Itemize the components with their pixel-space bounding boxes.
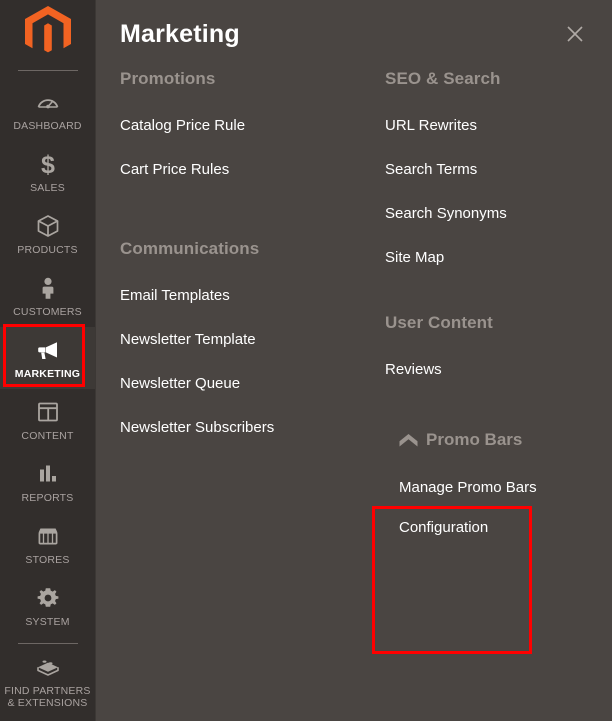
sidebar-item-find-partners-extensions[interactable]: FIND PARTNERS & EXTENSIONS	[0, 650, 95, 712]
sidebar-item-stores[interactable]: STORES	[0, 513, 95, 575]
svg-text:$: $	[41, 151, 55, 177]
list-item: Newsletter Template	[120, 318, 385, 362]
page-title: Marketing	[120, 19, 240, 48]
person-icon	[35, 275, 61, 301]
close-icon	[567, 26, 583, 42]
sidebar-item-label: FIND PARTNERS & EXTENSIONS	[4, 684, 91, 709]
menu-group-seo-search: SEO & Search URL Rewrites Search Terms S…	[385, 68, 612, 280]
sidebar-item-label: PRODUCTS	[17, 243, 78, 256]
gear-icon	[35, 585, 61, 611]
column-spacer	[385, 290, 612, 312]
sidebar-item-label: DASHBOARD	[13, 119, 82, 132]
sidebar-item-label: MARKETING	[14, 367, 81, 380]
menu-link-newsletter-queue[interactable]: Newsletter Queue	[120, 362, 385, 406]
sidebar-item-label: SYSTEM	[25, 615, 70, 628]
column-spacer	[120, 202, 385, 238]
menu-group-user-content: User Content Reviews	[385, 312, 612, 392]
chevron-up-icon	[399, 433, 418, 448]
sidebar-item-label: CUSTOMERS	[13, 305, 82, 318]
menu-link-cart-price-rules[interactable]: Cart Price Rules	[120, 148, 385, 192]
menu-columns: Promotions Catalog Price Rule Cart Price…	[96, 68, 612, 558]
sidebar-item-label: SALES	[30, 181, 65, 194]
menu-group-title: Promotions	[120, 69, 216, 88]
dollar-sign-icon: $	[35, 151, 61, 177]
menu-link-manage-promo-bars[interactable]: Manage Promo Bars	[399, 468, 545, 508]
menu-group-communications: Communications Email Templates Newslette…	[120, 238, 385, 450]
list-item: Configuration	[399, 508, 545, 548]
menu-link-url-rewrites[interactable]: URL Rewrites	[385, 104, 612, 148]
menu-group-promo-bars: Promo Bars Manage Promo Bars Configurati…	[385, 416, 545, 558]
sidebar-item-dashboard[interactable]: DASHBOARD	[0, 79, 95, 141]
menu-column-right: SEO & Search URL Rewrites Search Terms S…	[385, 68, 612, 558]
sidebar-divider-bottom	[17, 643, 78, 644]
list-item: URL Rewrites	[385, 104, 612, 148]
lego-brick-icon	[35, 654, 61, 680]
dashboard-gauge-icon	[35, 89, 61, 115]
sidebar-item-content[interactable]: CONTENT	[0, 389, 95, 451]
menu-column-left: Promotions Catalog Price Rule Cart Price…	[120, 68, 385, 558]
layout-page-icon	[35, 399, 61, 425]
list-item: Manage Promo Bars	[399, 468, 545, 508]
menu-group-title: Promo Bars	[426, 430, 523, 449]
sidebar-item-products[interactable]: PRODUCTS	[0, 203, 95, 265]
menu-group-links: URL Rewrites Search Terms Search Synonym…	[385, 104, 612, 280]
list-item: Catalog Price Rule	[120, 104, 385, 148]
menu-group-links: Catalog Price Rule Cart Price Rules	[120, 104, 385, 192]
list-item: Cart Price Rules	[120, 148, 385, 192]
menu-link-search-synonyms[interactable]: Search Synonyms	[385, 192, 612, 236]
close-button[interactable]	[560, 19, 590, 49]
sidebar-item-label: STORES	[25, 553, 70, 566]
menu-link-newsletter-subscribers[interactable]: Newsletter Subscribers	[120, 406, 385, 450]
list-item: Newsletter Subscribers	[120, 406, 385, 450]
sidebar-divider-top	[17, 70, 78, 71]
bar-chart-icon	[35, 461, 61, 487]
menu-link-email-templates[interactable]: Email Templates	[120, 274, 385, 318]
admin-sidebar: DASHBOARD $ SALES PRODUCTS CUSTOMERS MAR…	[0, 0, 95, 721]
sidebar-item-customers[interactable]: CUSTOMERS	[0, 265, 95, 327]
menu-group-links: Reviews	[385, 348, 612, 392]
promo-bars-header: Promo Bars	[399, 430, 545, 450]
list-item: Search Synonyms	[385, 192, 612, 236]
menu-link-search-terms[interactable]: Search Terms	[385, 148, 612, 192]
menu-link-catalog-price-rule[interactable]: Catalog Price Rule	[120, 104, 385, 148]
box-icon	[35, 213, 61, 239]
menu-group-links: Manage Promo Bars Configuration	[399, 468, 545, 548]
magento-logo-icon	[24, 6, 71, 53]
list-item: Email Templates	[120, 274, 385, 318]
menu-group-title: SEO & Search	[385, 69, 501, 88]
menu-group-title: User Content	[385, 313, 493, 332]
sidebar-item-marketing[interactable]: MARKETING	[0, 327, 95, 389]
menu-group-links: Email Templates Newsletter Template News…	[120, 274, 385, 450]
sidebar-item-reports[interactable]: REPORTS	[0, 451, 95, 513]
list-item: Reviews	[385, 348, 612, 392]
sidebar-item-sales[interactable]: $ SALES	[0, 141, 95, 203]
megaphone-icon	[35, 337, 61, 363]
admin-menu-screen: DASHBOARD $ SALES PRODUCTS CUSTOMERS MAR…	[0, 0, 612, 721]
sidebar-item-label: REPORTS	[21, 491, 74, 504]
magento-logo[interactable]	[0, 0, 95, 62]
menu-link-configuration[interactable]: Configuration	[399, 508, 545, 548]
menu-link-reviews[interactable]: Reviews	[385, 348, 612, 392]
menu-link-newsletter-template[interactable]: Newsletter Template	[120, 318, 385, 362]
storefront-icon	[35, 523, 61, 549]
list-item: Newsletter Queue	[120, 362, 385, 406]
menu-group-title: Communications	[120, 239, 260, 258]
list-item: Site Map	[385, 236, 612, 280]
panel-header: Marketing	[96, 0, 612, 68]
sidebar-item-system[interactable]: SYSTEM	[0, 575, 95, 637]
menu-link-site-map[interactable]: Site Map	[385, 236, 612, 280]
menu-group-promotions: Promotions Catalog Price Rule Cart Price…	[120, 68, 385, 192]
marketing-menu-panel: Marketing Promotions Catalog Price Rule …	[95, 0, 612, 721]
sidebar-item-label: CONTENT	[21, 429, 74, 442]
list-item: Search Terms	[385, 148, 612, 192]
